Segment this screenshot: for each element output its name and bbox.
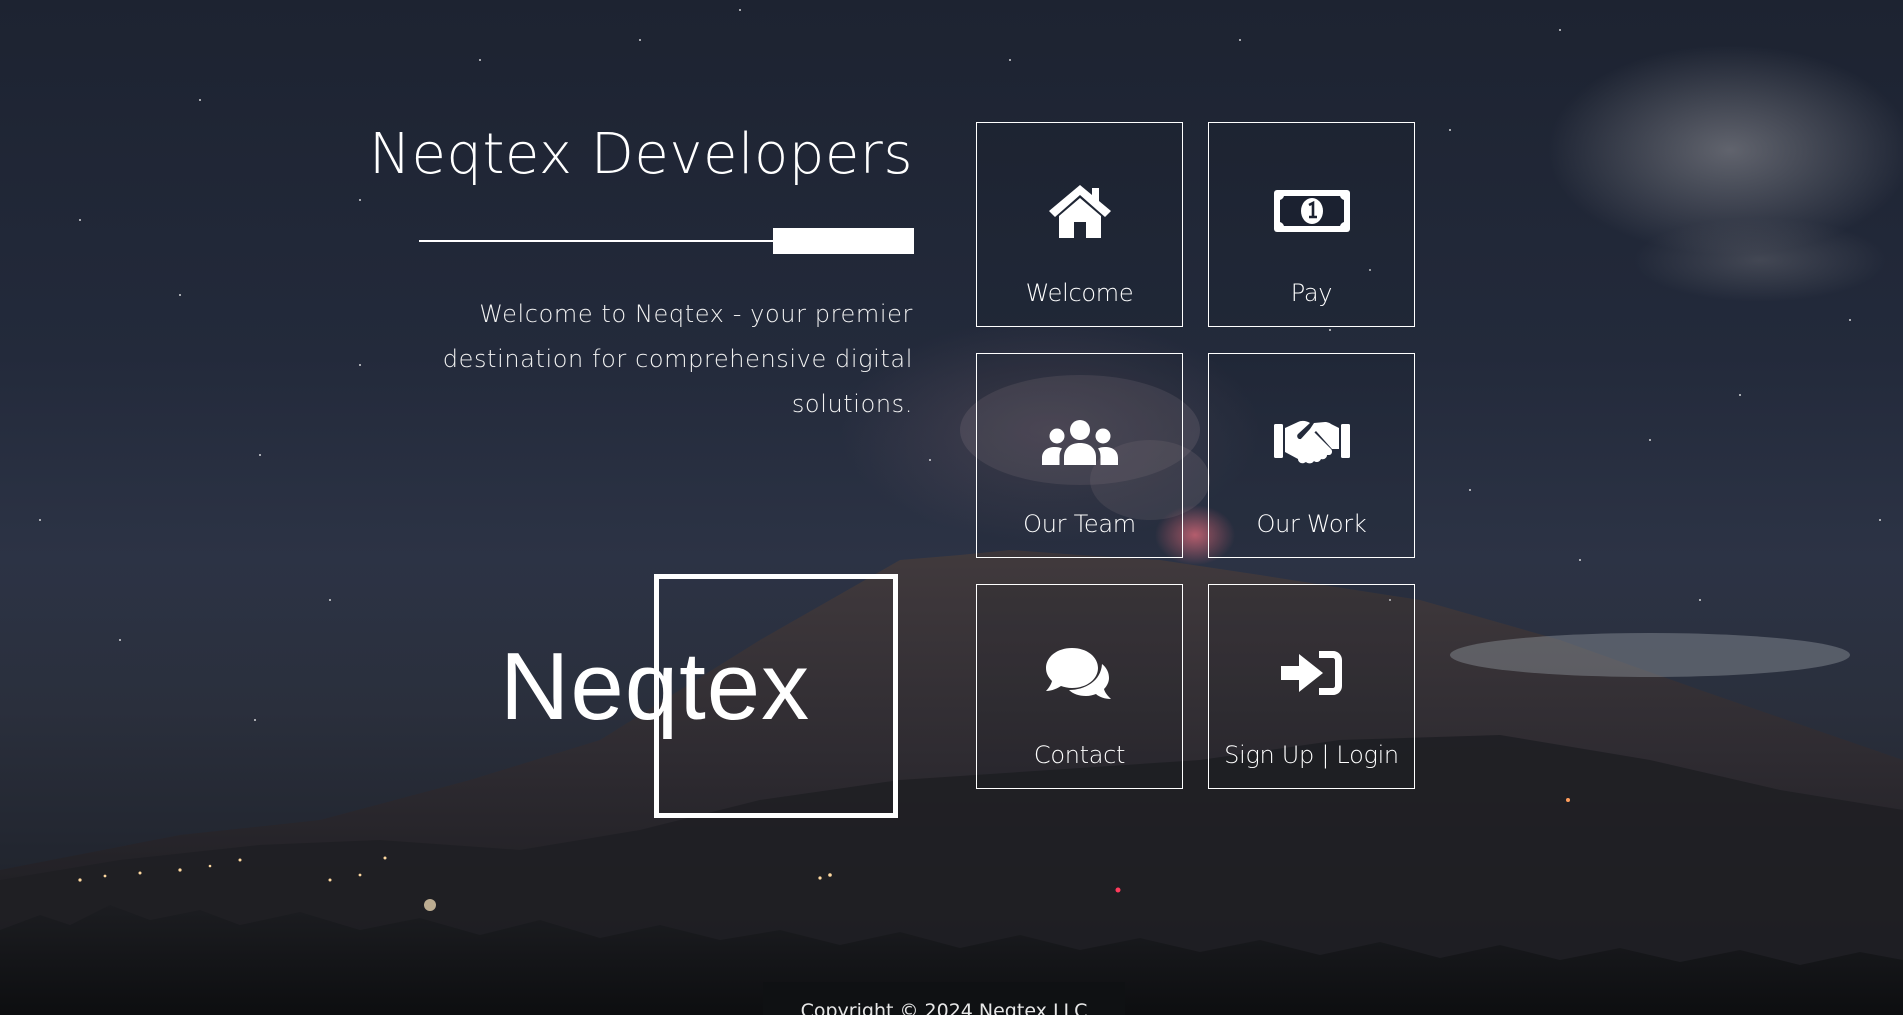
tile-label: Sign Up | Login bbox=[1224, 741, 1399, 769]
nav-tiles: Welcome Pay Our Team Our Work Contact Si… bbox=[976, 122, 1415, 791]
copyright-text: Copyright © 2024 Neqtex LLC bbox=[800, 1000, 1088, 1015]
divider-line bbox=[419, 240, 773, 242]
title-divider bbox=[419, 228, 914, 254]
tile-label: Welcome bbox=[1025, 279, 1134, 307]
tile-our-team[interactable]: Our Team bbox=[976, 353, 1183, 558]
neqtex-logo: Neqtex bbox=[500, 574, 902, 822]
money-bill-icon bbox=[1272, 181, 1352, 241]
tile-contact[interactable]: Contact bbox=[976, 584, 1183, 789]
tile-label: Our Team bbox=[1023, 510, 1136, 538]
tile-label: Pay bbox=[1290, 279, 1333, 307]
comments-icon bbox=[1040, 643, 1120, 703]
tile-sign-up-login[interactable]: Sign Up | Login bbox=[1208, 584, 1415, 789]
tile-welcome[interactable]: Welcome bbox=[976, 122, 1183, 327]
page-title: Neqtex Developers bbox=[369, 122, 913, 187]
footer: Copyright © 2024 Neqtex LLC bbox=[763, 982, 1125, 1015]
tile-our-work[interactable]: Our Work bbox=[1208, 353, 1415, 558]
divider-bar bbox=[773, 228, 914, 254]
users-icon bbox=[1040, 412, 1120, 472]
tile-label: Contact bbox=[1033, 741, 1126, 769]
home-icon bbox=[1040, 181, 1120, 241]
logo-wordmark: Neqtex bbox=[500, 633, 811, 740]
tile-label: Our Work bbox=[1256, 510, 1367, 538]
tile-pay[interactable]: Pay bbox=[1208, 122, 1415, 327]
intro-text: Welcome to Neqtex - your premier destina… bbox=[442, 300, 913, 418]
handshake-icon bbox=[1272, 412, 1352, 472]
background-scene bbox=[0, 0, 1903, 1015]
volcano-landscape bbox=[0, 9, 1903, 1015]
sign-in-icon bbox=[1272, 643, 1352, 703]
